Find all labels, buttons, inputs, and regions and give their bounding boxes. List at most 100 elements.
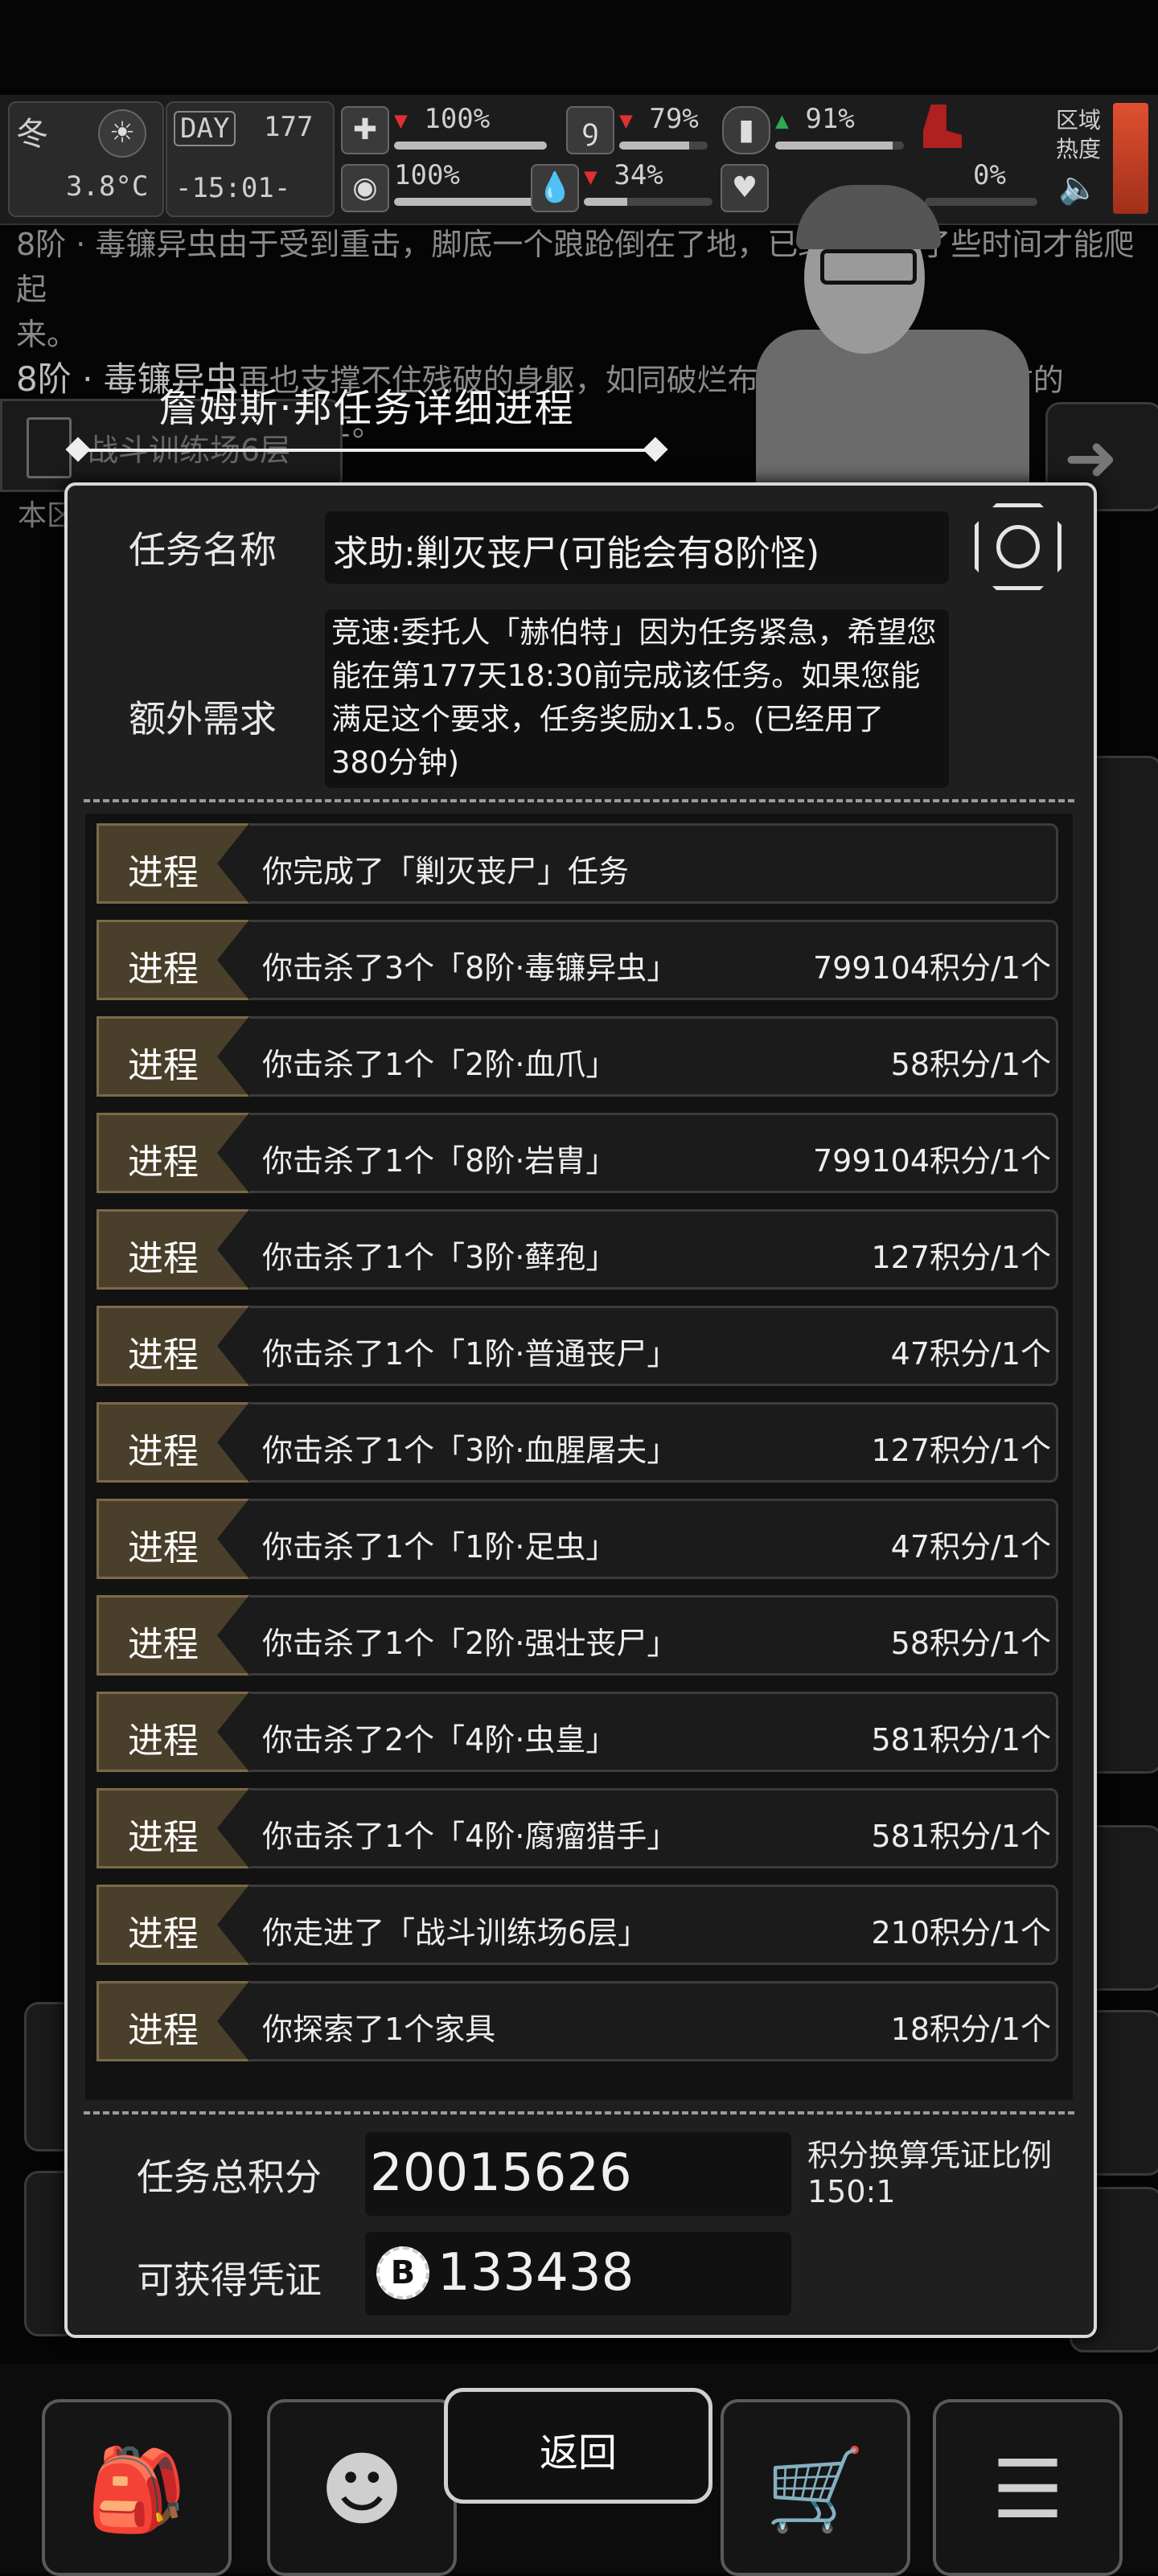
progress-tag-label: 进程	[128, 1624, 199, 1665]
extra-requirement-text: 竞速:委托人「赫伯特」因为任务紧急，希望您能在第177天18:30前完成该任务。…	[331, 615, 937, 780]
clock-icon	[996, 525, 1040, 568]
sun-icon: ☀	[98, 109, 146, 158]
progress-points: 799104积分/1个	[812, 950, 1051, 986]
progress-points: 58积分/1个	[890, 1626, 1051, 1661]
shop-button[interactable]: 🛒	[721, 2399, 910, 2576]
total-points-value: 20015626	[370, 2143, 632, 2203]
progress-row: 进程 你击杀了1个「3阶·藓孢」 127积分/1个	[96, 1209, 1058, 1290]
progress-row-body: 你击杀了1个「1阶·足虫」 47积分/1个	[249, 1499, 1058, 1579]
progress-tag: 进程	[96, 1499, 249, 1579]
water-drop-icon: 💧	[531, 164, 579, 212]
progress-tag: 进程	[96, 1788, 249, 1868]
progress-text: 你完成了「剿灭丧尸」任务	[262, 854, 630, 889]
progress-tag-label: 进程	[128, 1431, 199, 1472]
extra-requirement-label: 额外需求	[129, 697, 277, 740]
progress-tag-label: 进程	[128, 1045, 199, 1086]
skills-button[interactable]: ☻	[267, 2399, 457, 2576]
progress-row-body: 你击杀了1个「8阶·岩胄」 799104积分/1个	[249, 1113, 1058, 1193]
progress-text: 你击杀了1个「2阶·强壮丧尸」	[262, 1626, 678, 1661]
menu-icon: ☰	[992, 2443, 1064, 2537]
progress-tag-label: 进程	[128, 949, 199, 990]
progress-text: 你击杀了2个「4阶·虫皇」	[262, 1722, 617, 1758]
health-bar	[394, 142, 547, 150]
progress-tag: 进程	[96, 1981, 249, 2061]
progress-row: 进程 你击杀了1个「1阶·足虫」 47积分/1个	[96, 1499, 1058, 1579]
progress-row: 进程 你击杀了1个「2阶·强壮丧尸」 58积分/1个	[96, 1595, 1058, 1676]
progress-tag: 进程	[96, 1016, 249, 1097]
progress-text: 你击杀了1个「2阶·血爪」	[262, 1047, 617, 1082]
backpack-icon: 🎒	[86, 2443, 187, 2537]
progress-tag: 进程	[96, 1209, 249, 1290]
task-name-label: 任务名称	[129, 528, 277, 572]
progress-tag-label: 进程	[128, 1335, 199, 1376]
progress-text: 你走进了「战斗训练场6层」	[262, 1915, 649, 1950]
menu-button[interactable]: ☰	[933, 2399, 1123, 2576]
progress-row: 进程 你击杀了1个「3阶·血腥屠夫」 127积分/1个	[96, 1402, 1058, 1483]
progress-row: 进程 你走进了「战斗训练场6层」 210积分/1个	[96, 1885, 1058, 1965]
hydration-value: 34%	[614, 159, 663, 191]
progress-tag-label: 进程	[128, 1914, 199, 1955]
progress-points: 58积分/1个	[890, 1047, 1051, 1082]
inventory-button[interactable]: 🎒	[42, 2399, 232, 2576]
water-bottle-icon: ▮	[722, 106, 770, 154]
mental-value: 100%	[394, 159, 460, 191]
timer-badge	[975, 503, 1062, 590]
water-value: 91%	[805, 103, 855, 135]
progress-row-body: 你击杀了1个「2阶·强壮丧尸」 58积分/1个	[249, 1595, 1058, 1676]
back-button[interactable]: 返回	[444, 2388, 712, 2504]
progress-points: 210积分/1个	[871, 1915, 1051, 1950]
medkit-icon: ✚	[341, 106, 389, 154]
stomach-value: 79%	[649, 103, 699, 135]
progress-row: 进程 你击杀了3个「8阶·毒镰异虫」 799104积分/1个	[96, 920, 1058, 1000]
total-points-label: 任务总积分	[137, 2156, 322, 2199]
ratio-value: 150:1	[807, 2174, 896, 2209]
progress-tag-label: 进程	[128, 1721, 199, 1762]
progress-tag: 进程	[96, 1402, 249, 1483]
progress-list[interactable]: 进程 你完成了「剿灭丧尸」任务进程 你击杀了3个「8阶·毒镰异虫」 799104积分/…	[85, 814, 1073, 2100]
progress-tag: 进程	[96, 1306, 249, 1386]
panel-title: 詹姆斯·邦任务详细进程	[158, 386, 575, 431]
progress-points: 127积分/1个	[871, 1433, 1051, 1468]
brain-icon: ◉	[341, 164, 389, 212]
temperature-value: 3.8°C	[66, 170, 149, 203]
progress-row-body: 你击杀了3个「8阶·毒镰异虫」 799104积分/1个	[249, 920, 1058, 1000]
region-heat-meter	[1113, 103, 1148, 214]
progress-tag-label: 进程	[128, 2010, 199, 2051]
progress-text: 你击杀了1个「1阶·普通丧尸」	[262, 1336, 678, 1372]
progress-points: 18积分/1个	[890, 2012, 1051, 2047]
progress-row-body: 你击杀了1个「2阶·血爪」 58积分/1个	[249, 1016, 1058, 1097]
coin-icon: B	[376, 2246, 429, 2299]
progress-text: 你击杀了1个「1阶·足虫」	[262, 1529, 617, 1565]
progress-row: 进程 你探索了1个家具 18积分/1个	[96, 1981, 1058, 2061]
head-icon: ☻	[319, 2443, 404, 2537]
progress-row: 进程 你击杀了2个「4阶·虫皇」 581积分/1个	[96, 1692, 1058, 1772]
region-heat-label: 区域热度	[1055, 107, 1101, 162]
progress-text: 你击杀了3个「8阶·毒镰异虫」	[262, 950, 678, 986]
speaker-icon[interactable]: 🔈	[1058, 169, 1098, 207]
progress-text: 你探索了1个家具	[262, 2012, 496, 2047]
progress-tag: 进程	[96, 1113, 249, 1193]
progress-tag: 进程	[96, 1595, 249, 1676]
task-name-box: 求助:剿灭丧尸(可能会有8阶怪)	[325, 511, 949, 584]
progress-points: 47积分/1个	[890, 1529, 1051, 1565]
back-button-label: 返回	[539, 2430, 617, 2476]
task-name-value: 求助:剿灭丧尸(可能会有8阶怪)	[333, 533, 820, 574]
voucher-label: 可获得凭证	[137, 2258, 322, 2302]
day-label: DAY	[174, 111, 236, 146]
progress-points: 47积分/1个	[890, 1336, 1051, 1372]
progress-row-body: 你击杀了1个「3阶·血腥屠夫」 127积分/1个	[249, 1402, 1058, 1483]
progress-points: 799104积分/1个	[812, 1143, 1051, 1179]
stomach-icon: ꝯ	[566, 106, 614, 154]
progress-row-body: 你击杀了1个「1阶·普通丧尸」 47积分/1个	[249, 1306, 1058, 1386]
divider	[84, 2111, 1074, 2115]
progress-row-body: 你击杀了2个「4阶·虫皇」 581积分/1个	[249, 1692, 1058, 1772]
season-label: 冬	[16, 116, 48, 153]
extra-requirement-box: 竞速:委托人「赫伯特」因为任务紧急，希望您能在第177天18:30前完成该任务。…	[325, 609, 949, 788]
progress-text: 你击杀了1个「3阶·血腥屠夫」	[262, 1433, 678, 1468]
progress-tag: 进程	[96, 1692, 249, 1772]
mental-bar	[394, 198, 547, 206]
progress-row-body: 你击杀了1个「4阶·腐瘤猎手」 581积分/1个	[249, 1788, 1058, 1868]
progress-tag-label: 进程	[128, 1142, 199, 1183]
progress-row: 进程 你击杀了1个「4阶·腐瘤猎手」 581积分/1个	[96, 1788, 1058, 1868]
progress-tag-label: 进程	[128, 1817, 199, 1858]
